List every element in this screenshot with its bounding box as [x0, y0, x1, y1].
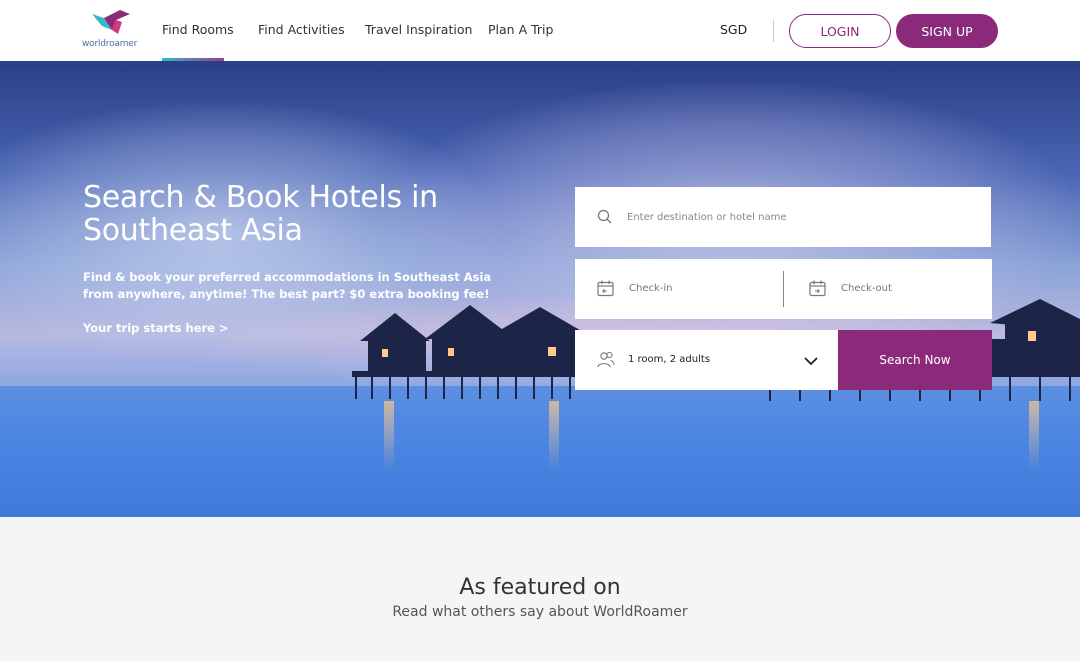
logo-wordmark: worldroamer	[82, 39, 138, 49]
destination-search-box[interactable]	[575, 187, 991, 247]
destination-input[interactable]	[627, 207, 967, 227]
signup-button[interactable]: SIGN UP	[896, 14, 998, 48]
bird-logo-icon	[92, 10, 130, 34]
guests-selector[interactable]: 1 room, 2 adults	[575, 330, 838, 390]
chevron-down-icon	[804, 357, 818, 366]
light-reflection	[549, 401, 559, 471]
header-divider	[773, 20, 774, 42]
nav-travel-inspiration[interactable]: Travel Inspiration	[365, 22, 472, 37]
hero-title: Search & Book Hotels in Southeast Asia	[83, 180, 438, 248]
people-icon	[597, 351, 615, 368]
nav-find-rooms[interactable]: Find Rooms	[162, 22, 234, 37]
trip-starts-link[interactable]: Your trip starts here >	[83, 321, 229, 335]
checkout-field[interactable]: Check-out	[787, 259, 992, 319]
checkin-field[interactable]: Check-in	[575, 259, 783, 319]
site-header: worldroamer Find Rooms Find Activities T…	[0, 0, 1080, 61]
currency-selector[interactable]: SGD	[720, 22, 747, 37]
featured-subtitle: Read what others say about WorldRoamer	[392, 604, 688, 620]
hero-subtitle: Find & book your preferred accommodation…	[83, 270, 492, 301]
worldroamer-logo[interactable]: worldroamer	[82, 8, 142, 52]
date-range-picker: Check-in Check-out	[575, 259, 992, 319]
nav-find-activities[interactable]: Find Activities	[258, 22, 345, 37]
light-reflection	[384, 401, 394, 471]
nav-plan-a-trip[interactable]: Plan A Trip	[488, 22, 553, 37]
guests-value: 1 room, 2 adults	[628, 354, 711, 365]
search-now-button[interactable]: Search Now	[838, 330, 992, 390]
checkout-label: Check-out	[841, 283, 892, 294]
hero-banner: Search & Book Hotels in Southeast Asia F…	[0, 61, 1080, 517]
checkin-label: Check-in	[629, 283, 673, 294]
light-reflection	[1029, 401, 1039, 471]
calendar-icon	[597, 280, 614, 297]
calendar-icon	[809, 280, 826, 297]
featured-title: As featured on	[459, 575, 621, 600]
date-separator	[783, 271, 784, 307]
login-button[interactable]: LOGIN	[789, 14, 891, 48]
search-icon	[597, 209, 612, 224]
